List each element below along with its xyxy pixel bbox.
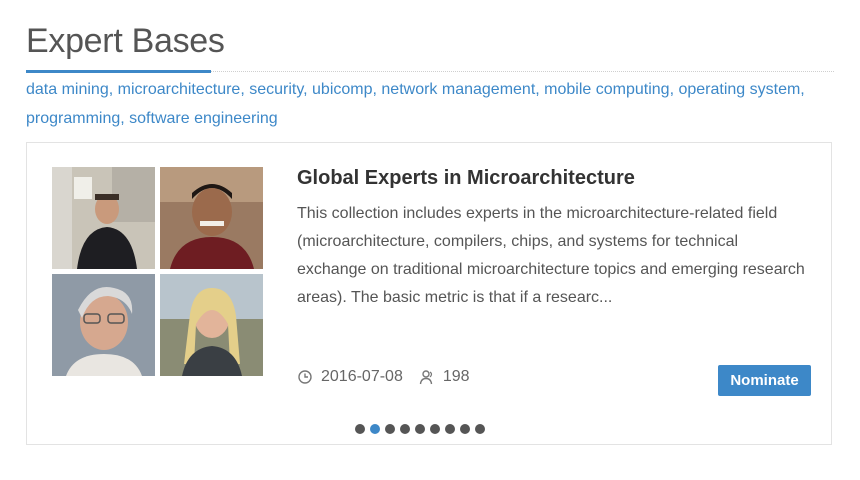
carousel-dot[interactable] <box>460 424 470 434</box>
carousel-dot[interactable] <box>430 424 440 434</box>
tag-separator: , <box>120 110 130 127</box>
tag-separator: , <box>800 81 805 98</box>
tag-link[interactable]: network management <box>381 81 535 98</box>
carousel-dot[interactable] <box>370 424 380 434</box>
carousel-dot[interactable] <box>445 424 455 434</box>
created-date: 2016-07-08 <box>321 368 403 385</box>
tag-link[interactable]: software engineering <box>129 110 278 127</box>
title-underline <box>26 70 211 73</box>
card-title[interactable]: Global Experts in Microarchitecture <box>297 167 635 190</box>
expert-photo-grid <box>52 167 264 376</box>
carousel-dot[interactable] <box>385 424 395 434</box>
expert-photo[interactable] <box>160 167 263 269</box>
tag-link[interactable]: mobile computing <box>544 81 669 98</box>
tag-link[interactable]: operating system <box>678 81 800 98</box>
carousel-dot[interactable] <box>415 424 425 434</box>
tag-link[interactable]: data mining <box>26 81 109 98</box>
tag-link[interactable]: security <box>249 81 303 98</box>
user-icon <box>419 369 435 385</box>
tag-separator: , <box>303 81 313 98</box>
carousel-pagination <box>355 424 485 434</box>
expert-photo[interactable] <box>52 167 155 269</box>
carousel-dot[interactable] <box>355 424 365 434</box>
tag-separator: , <box>535 81 545 98</box>
nominate-button[interactable]: Nominate <box>718 365 811 396</box>
clock-icon <box>297 369 313 385</box>
card-meta: 2016-07-08 198 <box>297 368 470 386</box>
expert-photo[interactable] <box>160 274 263 376</box>
expert-base-card: Global Experts in Microarchitecture This… <box>26 142 832 445</box>
tag-link[interactable]: microarchitecture <box>118 81 241 98</box>
card-description: This collection includes experts in the … <box>297 205 805 306</box>
tag-link[interactable]: ubicomp <box>312 81 372 98</box>
tag-separator: , <box>240 81 250 98</box>
section-title: Expert Bases <box>26 22 225 60</box>
section-header: Expert Bases <box>26 0 834 73</box>
tag-list: data mining, microarchitecture, security… <box>26 75 826 133</box>
member-count: 198 <box>442 368 470 385</box>
carousel-dot[interactable] <box>400 424 410 434</box>
carousel-dot[interactable] <box>475 424 485 434</box>
tag-link[interactable]: programming <box>26 110 120 127</box>
expert-photo[interactable] <box>52 274 155 376</box>
header-divider <box>211 71 834 72</box>
tag-separator: , <box>108 81 118 98</box>
expert-bases-section: Expert Bases data mining, microarchitect… <box>26 0 834 445</box>
